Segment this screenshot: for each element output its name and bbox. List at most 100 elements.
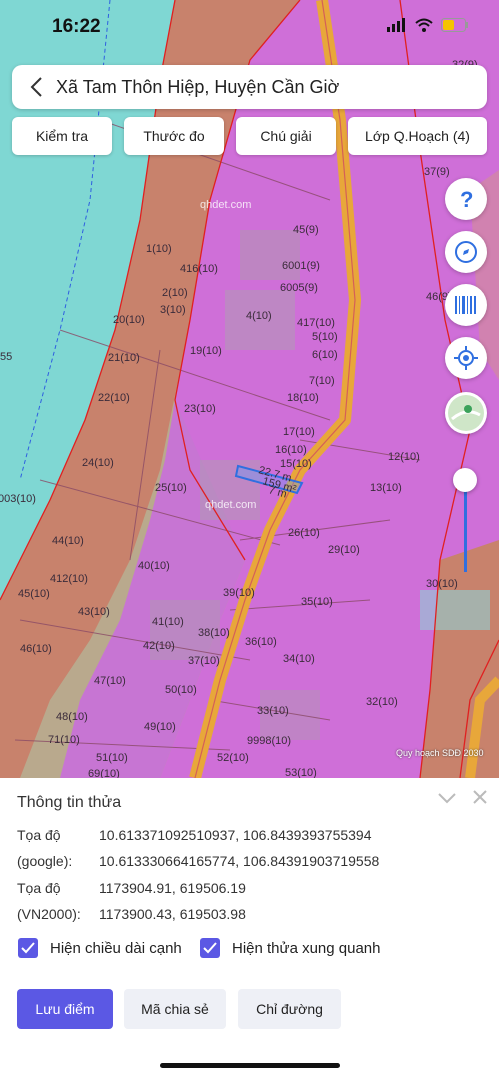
parcel-number-label: 5(10) xyxy=(312,331,338,343)
chevron-left-icon xyxy=(30,77,42,97)
parcel-number-label: 37(9) xyxy=(424,166,450,178)
parcel-number-label: 4(10) xyxy=(246,310,272,322)
opacity-slider-thumb[interactable] xyxy=(453,468,477,492)
parcel-number-label: 49(10) xyxy=(144,721,176,733)
save-point-button[interactable]: Lưu điểm xyxy=(17,989,113,1029)
parcel-number-label: 55 xyxy=(0,351,12,363)
collapse-button[interactable] xyxy=(438,788,456,809)
share-code-button[interactable]: Mã chia sẻ xyxy=(124,989,226,1029)
signal-icon xyxy=(387,18,405,32)
checkmark-icon xyxy=(200,938,220,958)
checkbox-label: Hiện thửa xung quanh xyxy=(232,939,381,957)
coord-vn2000-row-1: Tọa độ 1173904.91, 619506.19 xyxy=(17,880,246,896)
parcel-number-label: 22(10) xyxy=(98,392,130,404)
parcel-number-label: 43(10) xyxy=(78,606,110,618)
parcel-number-label: 412(10) xyxy=(50,573,88,585)
parcel-number-label: 2(10) xyxy=(162,287,188,299)
close-button[interactable] xyxy=(473,788,487,809)
parcel-number-label: 47(10) xyxy=(94,675,126,687)
parcel-number-label: 9998(10) xyxy=(247,735,291,747)
compass-icon xyxy=(455,241,477,263)
parcel-number-label: 40(10) xyxy=(138,560,170,572)
parcel-number-label: 34(10) xyxy=(283,653,315,665)
legend-button[interactable]: Chú giải xyxy=(236,117,336,155)
checkbox-label: Hiện chiều dài cạnh xyxy=(50,939,182,957)
parcel-number-label: 69(10) xyxy=(88,768,120,778)
parcel-number-label: 6(10) xyxy=(312,349,338,361)
measure-button[interactable]: Thước đo xyxy=(124,117,224,155)
parcel-number-label: 52(10) xyxy=(217,752,249,764)
parcel-number-label: 21(10) xyxy=(108,352,140,364)
home-indicator xyxy=(160,1063,340,1068)
parcel-number-label: 51(10) xyxy=(96,752,128,764)
parcel-number-label: 37(10) xyxy=(188,655,220,667)
battery-icon xyxy=(441,18,468,32)
parcel-number-label: 29(10) xyxy=(328,544,360,556)
row-key: (VN2000): xyxy=(17,906,81,922)
coord-google-row-1: Tọa độ 10.613371092510937, 106.8439393755… xyxy=(17,827,372,843)
parcel-number-label: 15(10) xyxy=(280,458,312,470)
locate-icon xyxy=(454,346,478,370)
watermark-1: qhdet.com xyxy=(200,199,251,211)
parcel-number-label: 42(10) xyxy=(143,640,175,652)
row-value: 1173904.91, 619506.19 xyxy=(99,880,246,896)
parcel-number-label: 36(10) xyxy=(245,636,277,648)
svg-text:?: ? xyxy=(460,188,473,210)
directions-button[interactable]: Chỉ đường xyxy=(238,989,341,1029)
row-value: 10.613330664165774, 106.84391903719558 xyxy=(99,853,380,869)
parcel-number-label: 45(10) xyxy=(18,588,50,600)
check-button[interactable]: Kiểm tra xyxy=(12,117,112,155)
locate-button[interactable] xyxy=(445,337,487,379)
wifi-icon xyxy=(415,18,433,32)
parcel-number-label: 44(10) xyxy=(52,535,84,547)
parcel-number-label: 46(10) xyxy=(20,643,52,655)
back-button[interactable] xyxy=(20,65,52,109)
panel-title: Thông tin thửa xyxy=(17,794,122,811)
parcel-number-label: 38(10) xyxy=(198,627,230,639)
row-key: (google): xyxy=(17,853,73,869)
parcel-number-label: 17(10) xyxy=(283,426,315,438)
close-icon xyxy=(473,790,487,804)
parcel-number-label: 41(10) xyxy=(152,616,184,628)
status-time: 16:22 xyxy=(52,16,101,37)
show-neighbors-checkbox[interactable]: Hiện thửa xung quanh xyxy=(200,938,380,958)
status-icons xyxy=(387,18,469,32)
row-value: 1173900.43, 619503.98 xyxy=(99,906,246,922)
parcel-number-label: 18(10) xyxy=(287,392,319,404)
chevron-down-icon xyxy=(438,793,456,804)
parcel-number-label: 32(10) xyxy=(366,696,398,708)
parcel-number-label: 003(10) xyxy=(0,493,36,505)
parcel-number-label: 71(10) xyxy=(48,734,80,746)
map-attribution: Quy hoạch SDĐ 2030 xyxy=(396,748,484,758)
map-layers-button[interactable] xyxy=(445,392,487,434)
parcel-number-label: 45(9) xyxy=(293,224,319,236)
parcel-number-label: 6005(9) xyxy=(280,282,318,294)
location-header[interactable]: Xã Tam Thôn Hiệp, Huyện Cần Giờ xyxy=(12,65,487,109)
parcel-number-label: 16(10) xyxy=(275,444,307,456)
barcode-button[interactable] xyxy=(445,284,487,326)
parcel-number-label: 26(10) xyxy=(288,527,320,539)
parcel-number-label: 7(10) xyxy=(309,375,335,387)
parcel-number-label: 48(10) xyxy=(56,711,88,723)
parcel-number-label: 12(10) xyxy=(388,451,420,463)
compass-button[interactable] xyxy=(445,231,487,273)
help-button[interactable]: ? xyxy=(445,178,487,220)
parcel-number-label: 3(10) xyxy=(160,304,186,316)
parcel-number-label: 30(10) xyxy=(426,578,458,590)
row-key: Tọa độ xyxy=(17,827,61,843)
map-toolbar: Kiểm tra Thước đo Chú giải Lớp Q.Hoạch (… xyxy=(12,117,487,155)
parcel-number-label: 13(10) xyxy=(370,482,402,494)
watermark-2: qhdet.com xyxy=(205,499,256,511)
planning-layer-button[interactable]: Lớp Q.Hoạch (4) xyxy=(348,117,487,155)
checkmark-icon xyxy=(18,938,38,958)
coord-vn2000-row-2: (VN2000): 1173900.43, 619503.98 xyxy=(17,906,246,922)
show-edge-lengths-checkbox[interactable]: Hiện chiều dài cạnh xyxy=(18,938,182,958)
layers-icon xyxy=(448,395,484,431)
parcel-number-label: 25(10) xyxy=(155,482,187,494)
parcel-number-label: 50(10) xyxy=(165,684,197,696)
parcel-number-label: 23(10) xyxy=(184,403,216,415)
parcel-number-label: 1(10) xyxy=(146,243,172,255)
opacity-slider-track[interactable] xyxy=(464,480,467,572)
parcel-number-label: 417(10) xyxy=(297,317,335,329)
parcel-number-label: 53(10) xyxy=(285,767,317,778)
